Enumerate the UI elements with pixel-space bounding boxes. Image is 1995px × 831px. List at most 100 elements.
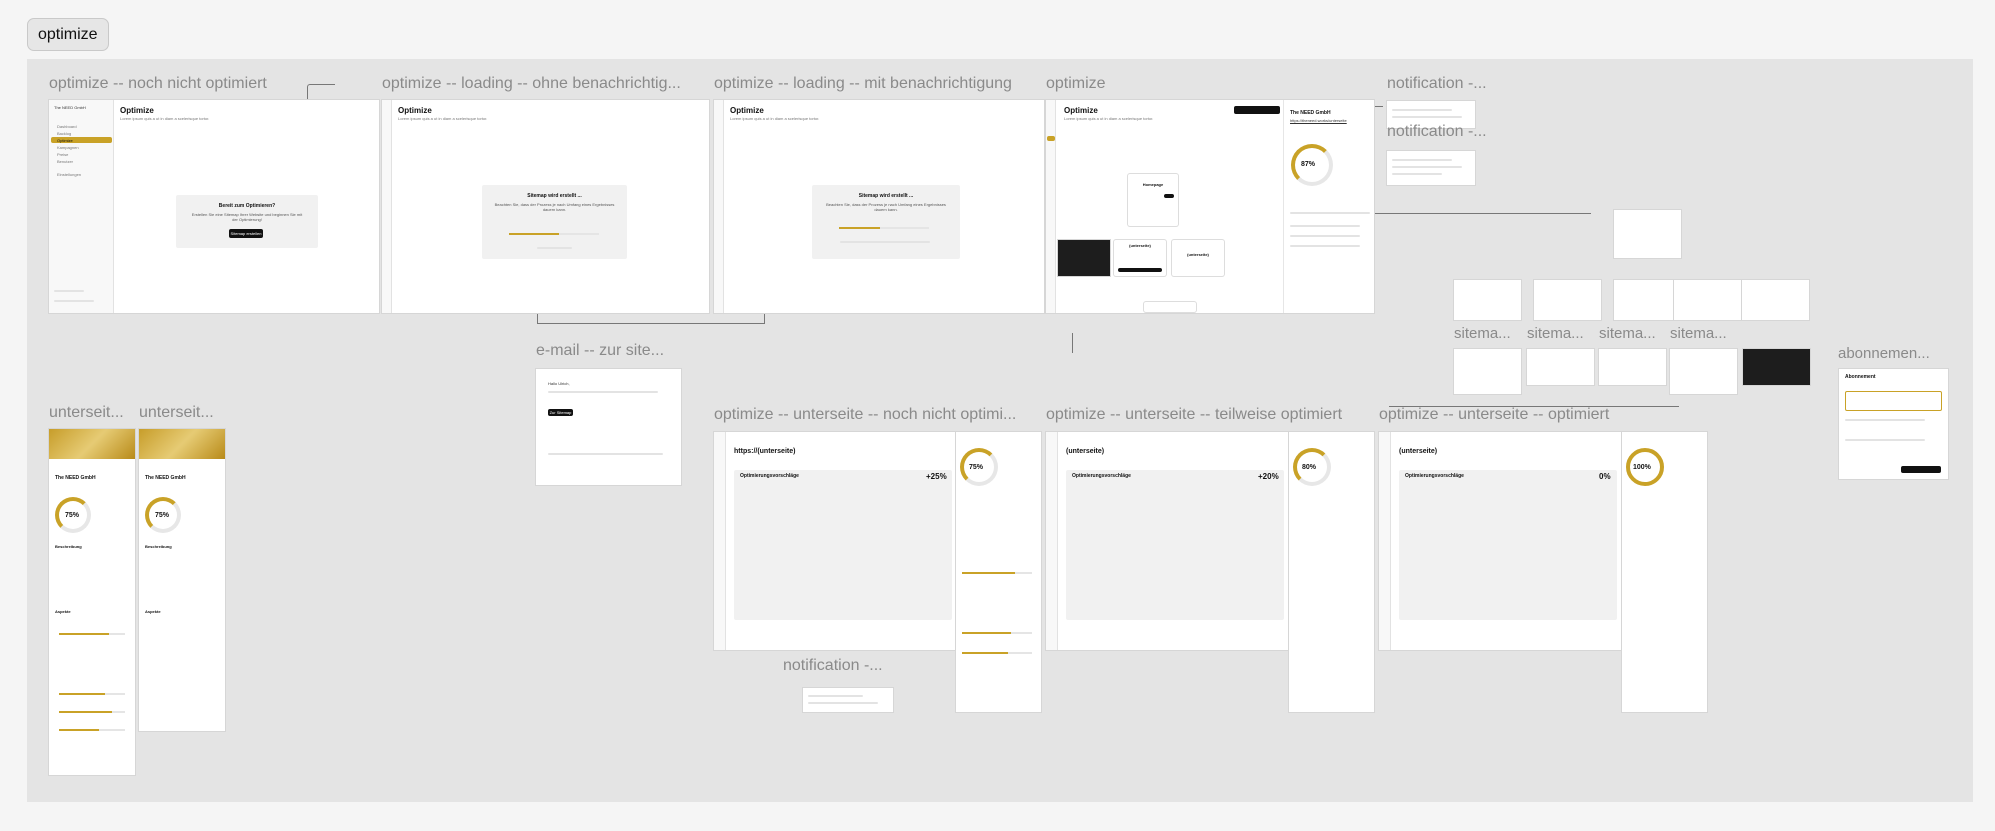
notify-checkbox[interactable] [840,241,930,243]
header-image [139,429,225,459]
notification-line [808,702,878,704]
frame-subpage-optimized[interactable]: (unterseite) Optimierungsvorschläge 0% [1379,432,1622,650]
suggestions-card: Optimierungsvorschläge 0% [1399,470,1617,620]
sidebar-item-settings[interactable]: Einstellungen [57,172,81,177]
sitemap-node-component[interactable] [1527,349,1594,385]
create-sitemap-button[interactable]: Sitemap erstellen [229,229,263,238]
score-value: 75% [155,512,170,519]
frame-mobile-subpage[interactable]: The NEED GmbH 75% Beschreibung Aspekte [139,429,225,731]
email-greeting: Hallo Ulrich, [548,381,570,386]
plan-option[interactable] [1845,439,1925,441]
sidebar-item-preise[interactable]: Preise [57,152,68,157]
aspect-bar [962,652,1032,654]
aspect-bar [59,693,125,695]
score-panel: 80% [1289,432,1374,712]
node-button[interactable] [1118,268,1162,272]
frame-optimize[interactable]: Optimize Lorem ipsum quis a ut in diam a… [1046,100,1374,313]
notification-line [1392,173,1442,175]
node-title: (unterseite) [1129,243,1151,248]
notification-line [1392,159,1452,161]
site-url[interactable]: https://theneed.works/unterseite [1290,118,1347,123]
notification-card[interactable] [1387,151,1475,185]
frame-email[interactable]: Hallo Ulrich, Zur Sitemap [536,369,681,485]
zoom-controls[interactable] [1144,302,1196,312]
sitemap-node-component[interactable] [1534,280,1601,320]
frame-label: optimize -- loading -- ohne benachrichti… [382,75,681,92]
frame-optimize-not-optimized[interactable]: The NEED GmbH Dashboard Backlog Optimize… [49,100,379,313]
subscription-modal[interactable]: Abonnement [1839,369,1948,479]
frame-label: sitema... [1527,325,1584,342]
sidebar-item-kampagnen[interactable]: Kampagnen [57,145,79,150]
prototype-connector [537,312,765,324]
frame-label: notification -... [1387,75,1487,92]
section-heading: Aspekte [145,609,161,614]
sitemap-node-dark[interactable] [1058,240,1110,276]
sitemap-node-component[interactable] [1674,280,1741,320]
site-name: The NEED GmbH [55,475,96,481]
sidebar-collapsed [1046,100,1056,313]
plan-option-selected[interactable] [1845,391,1942,411]
notification-card[interactable] [803,688,893,712]
sitemap-node-component[interactable] [1454,349,1521,394]
sitemap-node-component[interactable] [1670,349,1737,394]
aspect-bar [962,632,1032,634]
section-heading: Aspekte [55,609,71,614]
frame-optimize-loading-notify[interactable]: Optimize Lorem ipsum quis a ut in diam a… [714,100,1044,313]
sitemap-node-component[interactable] [1742,280,1809,320]
cancel-link[interactable] [537,247,572,249]
sitemap-node[interactable]: (unterseite) [1114,240,1166,276]
suggestions-card: Optimierungsvorschläge +20% [1066,470,1284,620]
sitemap-node-home[interactable]: Homepage [1128,174,1178,226]
score-value: 87% [1301,161,1316,168]
frame-mobile-subpage[interactable]: The NEED GmbH 75% Beschreibung Aspekte [49,429,135,775]
page-lead: Lorem ipsum quis a ut in diam a sceleris… [120,116,210,121]
email-cta-button[interactable]: Zur Sitemap [548,409,573,416]
email-footer [548,453,663,455]
sidebar-collapsed [714,432,726,650]
sidebar-brand: The NEED GmbH [54,105,86,110]
sidebar-item-backlog[interactable]: Backlog [57,131,71,136]
sidebar-item-benutzer[interactable]: Benutzer [57,159,73,164]
notification-line [1392,116,1462,118]
confirm-button[interactable] [1901,466,1941,473]
start-title: Bereit zum Optimieren? [218,203,276,209]
frame-optimize-loading[interactable]: Optimize Lorem ipsum quis a ut in diam a… [382,100,709,313]
aspect-bar [59,711,125,713]
summary-row [1290,235,1360,237]
loading-text: Beachten Sie, dass der Prozess je nach U… [826,202,946,212]
score-pill [1164,194,1174,198]
page-title: Optimize [398,106,432,115]
header-image [49,429,135,459]
page-lead: Lorem ipsum quis a ut in diam a sceleris… [398,116,488,121]
loading-card: Sitemap wird erstellt ... Beachten Sie, … [812,185,960,259]
loading-text: Beachten Sie, dass der Prozess je nach U… [494,202,615,212]
frame-subpage-not-optimized[interactable]: https://(unterseite) Optimierungsvorschl… [714,432,957,650]
sitemap-node-component[interactable] [1454,280,1521,320]
page-title: Optimize [1064,106,1098,115]
sitemap-node-component[interactable] [1599,349,1666,385]
sidebar-item-optimize[interactable]: Optimize [57,138,73,143]
page-name-chip[interactable]: optimize [27,18,109,51]
plan-option[interactable] [1845,419,1925,421]
sitemap-node[interactable]: (unterseite) [1172,240,1224,276]
notification-line [1392,109,1452,111]
tab-bar[interactable] [1290,212,1370,214]
score-value: 75% [65,512,80,519]
node-title: (unterseite) [1187,252,1209,257]
suggestions-heading: Optimierungsvorschläge [740,473,799,479]
aspect-bar [59,633,125,635]
sidebar-collapsed [1046,432,1058,650]
suggestions-heading: Optimierungsvorschläge [1072,473,1131,479]
frame-label: notification -... [783,657,883,674]
sitemap-node-component[interactable] [1614,210,1681,258]
email-line [548,391,658,393]
update-button[interactable] [1234,106,1280,114]
frame-subpage-partially-optimized[interactable]: (unterseite) Optimierungsvorschläge +20% [1046,432,1289,650]
sitemap-node-component[interactable] [1614,280,1681,320]
loading-title: Sitemap wird erstellt ... [527,193,582,199]
frame-label: e-mail -- zur site... [536,342,665,359]
sitemap-node-dark[interactable] [1743,349,1810,385]
sidebar-item-dashboard[interactable]: Dashboard [57,124,77,129]
page-lead: Lorem ipsum quis a ut in diam a sceleris… [1064,116,1154,121]
frame-label: optimize [1046,75,1106,92]
